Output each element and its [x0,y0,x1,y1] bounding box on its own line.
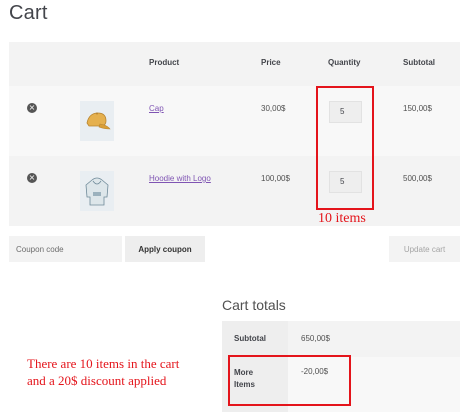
cart-table-header: Product Price Quantity Subtotal [9,42,460,86]
coupon-code-input[interactable] [9,236,122,262]
cart-row-hoodie: × Hoodie with Logo 100,00$ 5 500,00$ [9,156,460,226]
subtotal-label: Subtotal [234,334,266,343]
product-link-cap[interactable]: Cap [149,104,164,113]
header-price: Price [261,58,281,67]
item-price: 100,00$ [261,174,290,183]
header-subtotal: Subtotal [403,58,435,67]
quantity-highlight-box [316,86,374,210]
apply-coupon-button[interactable]: Apply coupon [125,236,205,262]
totals-label-cell: Subtotal [222,321,288,357]
totals-row-subtotal: Subtotal 650,00$ [222,321,460,357]
header-quantity: Quantity [328,58,361,67]
cart-table: Product Price Quantity Subtotal × Cap 30… [9,42,460,226]
product-link-hoodie[interactable]: Hoodie with Logo [149,174,211,183]
discount-annotation-line1: There are 10 items in the cart [27,356,180,371]
hoodie-image [85,177,109,206]
cap-icon[interactable] [80,101,114,141]
header-product: Product [149,58,180,67]
cap-image [86,112,111,130]
update-cart-button[interactable]: Update cart [389,236,460,262]
subtotal-value: 650,00$ [301,334,330,343]
discount-annotation-line2: and a 20$ discount applied [27,373,167,388]
discount-highlight-box [228,355,351,406]
page-title: Cart [9,2,48,24]
remove-item-button[interactable]: × [27,103,37,113]
item-subtotal: 500,00$ [403,174,432,183]
cart-totals-title: Cart totals [222,297,286,313]
quantity-annotation: 10 items [318,211,366,226]
item-subtotal: 150,00$ [403,104,432,113]
hoodie-icon[interactable] [80,171,114,211]
item-price: 30,00$ [261,104,286,113]
cart-row-cap: × Cap 30,00$ 5 150,00$ [9,86,460,156]
discount-annotation: There are 10 items in the cart and a 20$… [27,355,179,389]
remove-item-button[interactable]: × [27,173,37,183]
